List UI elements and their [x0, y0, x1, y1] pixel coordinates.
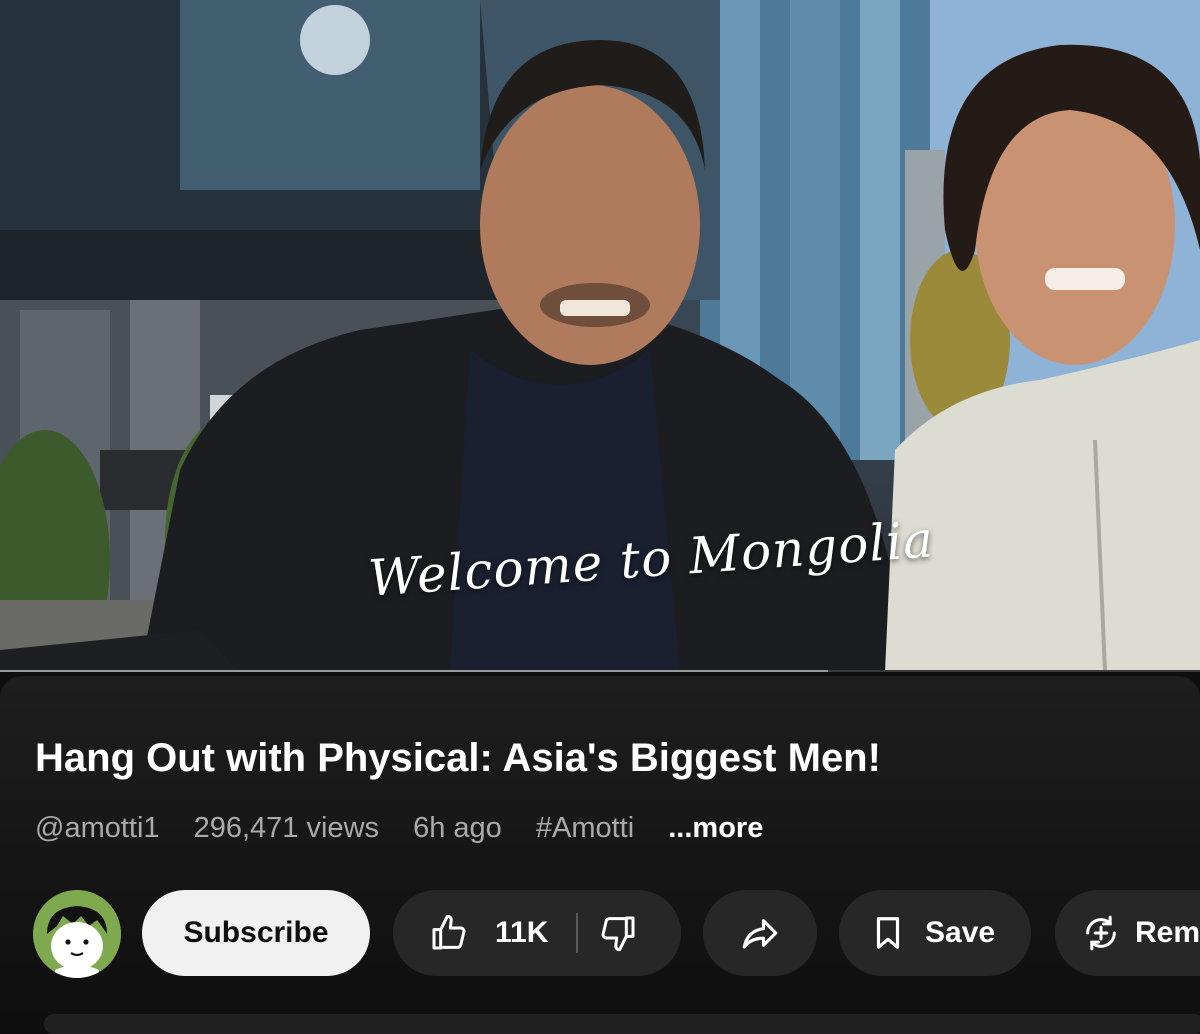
share-arrow-icon [742, 919, 778, 949]
share-button[interactable] [703, 890, 817, 976]
video-player[interactable]: Welcome to Mongolia [0, 0, 1200, 672]
subscribe-button[interactable]: Subscribe [142, 890, 370, 976]
remix-icon [1086, 915, 1116, 951]
like-count: 11K [495, 916, 549, 949]
remix-button[interactable]: Rem [1055, 890, 1200, 976]
more-link[interactable]: ...more [668, 812, 763, 844]
video-metadata[interactable]: @amotti1 296,471 views 6h ago #Amotti ..… [35, 812, 789, 845]
remix-label: Rem [1135, 916, 1200, 949]
progress-bar-fill [0, 670, 828, 672]
save-label: Save [925, 916, 996, 949]
thumbs-down-icon [601, 916, 635, 952]
like-divider [576, 913, 579, 953]
channel-handle[interactable]: @amotti1 [35, 812, 160, 844]
dislike-button[interactable] [598, 913, 638, 953]
like-button[interactable]: 11K [393, 913, 548, 953]
hashtag-link[interactable]: #Amotti [536, 812, 634, 844]
comments-preview-strip[interactable] [44, 1014, 1200, 1034]
upload-age: 6h ago [413, 812, 502, 844]
view-count: 296,471 views [193, 812, 380, 844]
thumbs-up-icon [432, 914, 466, 950]
video-title: Hang Out with Physical: Asia's Biggest M… [35, 736, 881, 780]
bookmark-icon [876, 917, 900, 949]
save-button[interactable]: Save [839, 890, 1031, 976]
channel-avatar[interactable] [33, 890, 121, 978]
like-dislike-group: 11K [393, 890, 681, 976]
avatar-illustration [33, 890, 121, 978]
progress-bar[interactable] [0, 670, 1200, 672]
subscribe-label: Subscribe [183, 916, 329, 949]
